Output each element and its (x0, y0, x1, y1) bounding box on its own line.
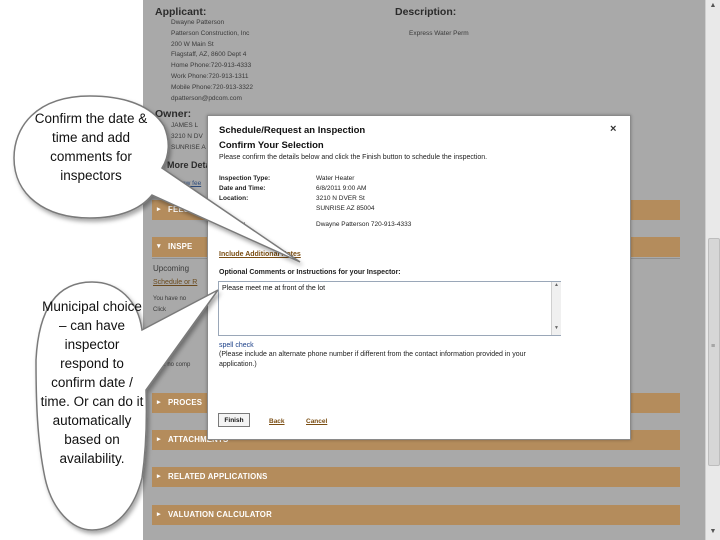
applicant-name: Dwayne Patterson (171, 19, 225, 26)
scroll-down-arrow-icon[interactable]: ▼ (708, 528, 718, 535)
applicant-company: Patterson Construction, Inc (171, 29, 250, 37)
owner-street: 3210 N DV (171, 133, 203, 140)
owner-heading: Owner: (155, 108, 192, 120)
finish-button[interactable]: Finish (218, 413, 250, 427)
no-inspections-text: You have no (153, 296, 187, 302)
schedule-inspection-dialog: Schedule/Request an Inspection × Confirm… (207, 115, 631, 440)
cancel-link[interactable]: Cancel (306, 418, 327, 425)
completed-label: pleted (153, 342, 175, 351)
date-time-value: 6/8/2011 9:00 AM (316, 185, 367, 192)
dialog-title: Schedule/Request an Inspection (219, 125, 366, 136)
upcoming-label: Upcoming (153, 264, 190, 273)
location-label: Location: (219, 195, 249, 202)
close-icon[interactable]: × (610, 123, 616, 135)
optional-comments-label: Optional Comments or Instructions for yo… (219, 269, 401, 276)
applicant-home-phone: Home Phone:720-913-4333 (171, 62, 252, 70)
scroll-grip-icon: ≡ (710, 343, 716, 350)
contact-value: Dwayne Patterson 720-913-4333 (316, 221, 412, 228)
section-label: FEES (168, 205, 190, 214)
owner-name: JAMES L (171, 122, 199, 129)
related-applications-section-header[interactable]: ▸ RELATED APPLICATIONS (152, 467, 680, 487)
expand-arrow-icon: ▸ (157, 436, 161, 443)
inspection-type-value: Water Heater (316, 175, 355, 182)
bottom-callout-text: Municipal choice – can have inspector re… (40, 299, 144, 466)
applicant-email[interactable]: dpatterson@pdcom.com (171, 94, 253, 105)
applicant-work-phone: Work Phone:720-913-1311 (171, 72, 249, 80)
dialog-subtitle: Confirm Your Selection (219, 140, 324, 151)
click-text: Click (153, 307, 166, 313)
owner-details: JAMES L 3210 N DV SUNRISE A (171, 120, 206, 153)
collapse-arrow-icon: ▾ (157, 243, 161, 250)
applicant-details: Dwayne Patterson Patterson Construction,… (171, 18, 253, 104)
valuation-calculator-section-header[interactable]: ▸ VALUATION CALCULATOR (152, 505, 680, 525)
more-details-heading: More Deta (167, 160, 211, 170)
applicant-street: 200 W Main St (171, 40, 214, 48)
alternate-phone-note: (Please include an alternate phone numbe… (219, 351, 526, 368)
page-scrollbar[interactable]: ▲ ≡ ▼ (705, 0, 720, 540)
inspection-type-label: Inspection Type: (219, 175, 271, 182)
scroll-up-arrow-icon[interactable]: ▲ (708, 2, 718, 9)
back-link[interactable]: Back (269, 418, 285, 425)
textarea-scrollbar[interactable]: ▲ ▼ (551, 282, 561, 335)
expand-arrow-icon: ▸ (157, 206, 161, 213)
scroll-down-arrow-icon[interactable]: ▼ (552, 325, 561, 331)
applicant-heading: Applicant: (155, 6, 207, 18)
expand-arrow-icon: ▸ (157, 511, 161, 518)
applicant-mobile-phone: Mobile Phone:720-913-3322 (171, 83, 254, 91)
description-value: Express Water Perm (409, 30, 469, 37)
scroll-up-arrow-icon[interactable]: ▲ (552, 282, 561, 288)
no-completed-text: are no comp (157, 362, 191, 368)
spell-check-link[interactable]: spell check (219, 342, 254, 349)
print-view-link[interactable]: PrintView fee (163, 180, 201, 187)
expand-arrow-icon: ▸ (157, 399, 161, 406)
contact-label: Contact: (219, 221, 246, 228)
section-label: PROCES (168, 398, 203, 407)
section-label: VALUATION CALCULATOR (168, 510, 272, 519)
location-city-value: SUNRISE AZ 85004 (316, 205, 375, 212)
inspector-comments-textarea[interactable]: Please meet me at front of the lot (218, 281, 561, 336)
date-time-label: Date and Time: (219, 185, 266, 192)
schedule-link[interactable]: Schedule or R (153, 279, 197, 286)
include-notes-link[interactable]: Include Additional Notes (219, 251, 301, 258)
location-street-value: 3210 N DVER St (316, 195, 365, 202)
dialog-instructions: Please confirm the details below and cli… (219, 154, 488, 161)
owner-city: SUNRISE A (171, 144, 206, 151)
description-heading: Description: (395, 6, 457, 18)
section-label: RELATED APPLICATIONS (168, 472, 268, 481)
expand-arrow-icon: ▸ (157, 473, 161, 480)
scroll-thumb[interactable] (708, 238, 720, 466)
applicant-city: Flagstaff, AZ, 8600 Dept 4 (171, 51, 247, 59)
section-label: INSPE (168, 242, 193, 251)
top-callout-text: Confirm the date & time and add comments… (34, 111, 148, 183)
